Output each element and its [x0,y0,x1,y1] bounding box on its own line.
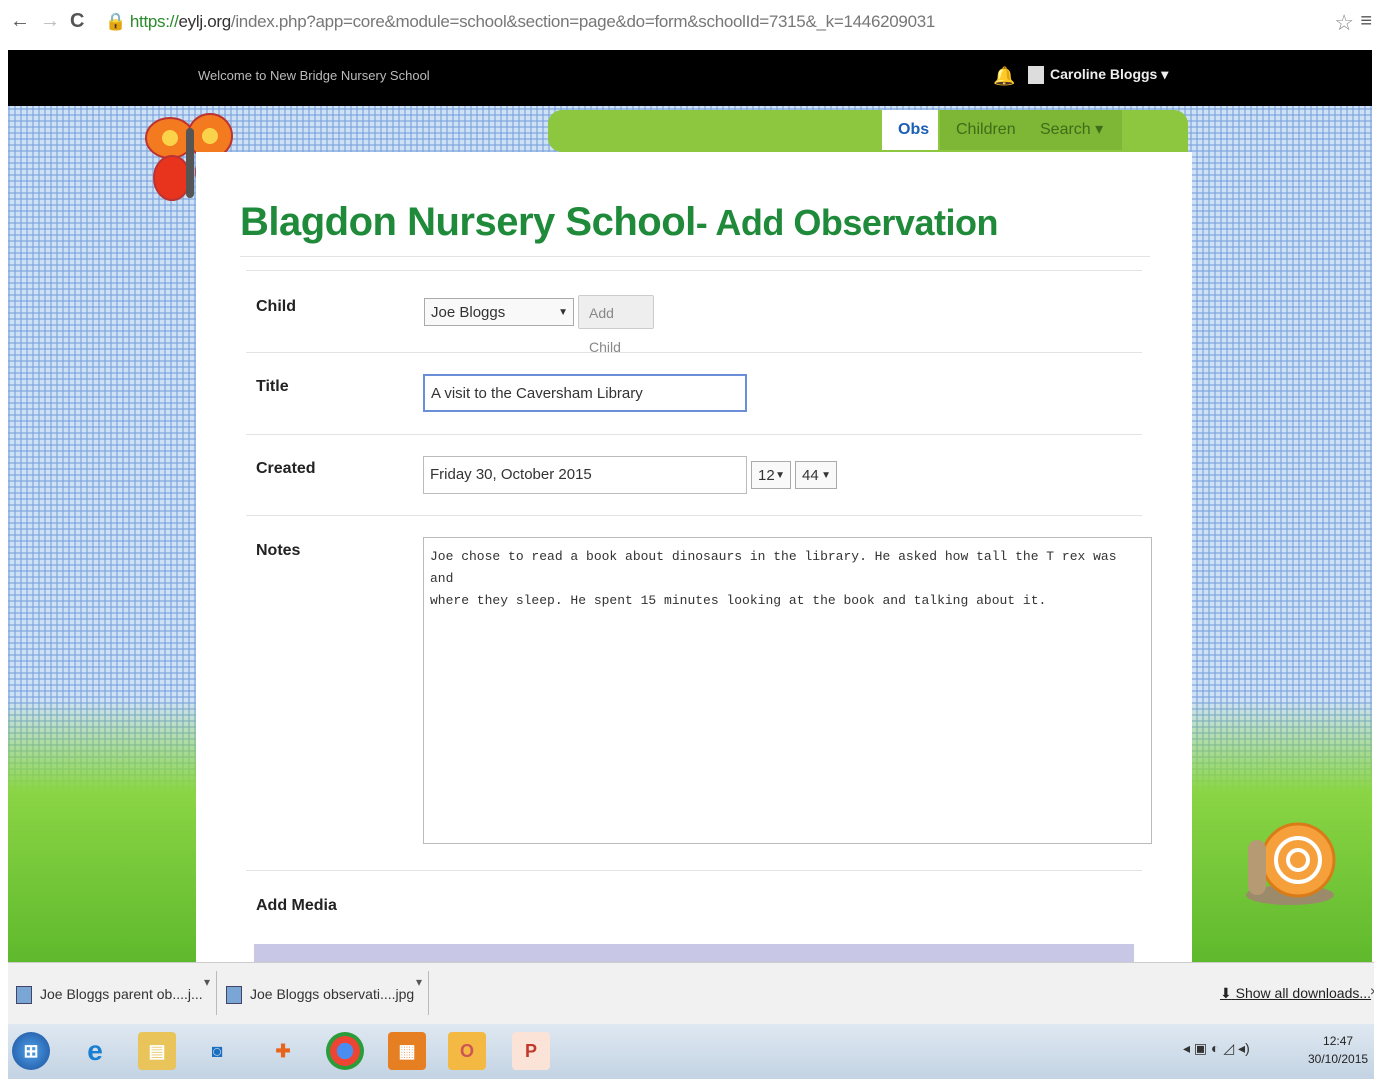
internet-explorer-icon[interactable]: e [76,1032,114,1070]
created-hour-value: 12 [758,467,775,484]
created-label: Created [256,460,316,477]
lock-icon: 🔒 [105,12,126,31]
child-label: Child [256,298,296,315]
browser-toolbar: ← → C 🔒 https://eylj.org/index.php?app=co… [0,0,1374,50]
divider [216,971,217,1015]
tab-search-label: Search [1040,121,1091,138]
chevron-down-icon: ▾ [1095,121,1104,138]
outlook-calendar-icon[interactable]: ◙ [198,1032,236,1070]
page-title-action: - Add Observation [695,202,999,243]
user-avatar-icon [1028,66,1044,85]
download-menu-caret-icon[interactable]: ▾ [416,975,422,989]
download-item-name: Joe Bloggs observati....jpg [250,986,415,1002]
system-clock[interactable]: 12:47 30/10/2015 [1308,1032,1368,1068]
outlook-icon[interactable]: O [448,1032,486,1070]
add-media-label: Add Media [256,897,337,914]
downloads-bar: Joe Bloggs parent ob....j... ▾ Joe Blogg… [8,962,1374,1025]
add-child-button[interactable]: Add Child [578,295,654,355]
forward-arrow-icon[interactable]: → [40,10,60,33]
clock-date: 30/10/2015 [1308,1052,1369,1066]
created-minute-select[interactable]: 44 ▼ [795,461,837,489]
dropdown-caret-icon: ▼ [558,307,568,318]
media-player-icon[interactable]: ▦ [388,1032,426,1070]
created-minute-value: 44 [802,467,819,484]
divider [428,971,429,1015]
tab-obs[interactable]: Obs [882,110,938,150]
bell-icon[interactable]: 🔔 [993,66,1015,87]
notes-label: Notes [256,542,301,559]
page-title: Blagdon Nursery School- Add Observation [240,200,998,245]
child-select[interactable]: Joe Bloggs ▼ [424,298,574,326]
child-select-value: Joe Bloggs [431,304,506,321]
back-arrow-icon[interactable]: ← [10,10,30,33]
welcome-text: Welcome to New Bridge Nursery School [198,68,430,83]
url-domain: eylj.org [178,12,232,31]
user-name: Caroline Bloggs [1050,66,1158,82]
divider [246,515,1142,516]
dropdown-caret-icon: ▼ [775,470,785,481]
created-hour-select[interactable]: 12 ▼ [751,461,791,489]
dropdown-caret-icon: ▼ [821,470,831,481]
divider [246,434,1142,435]
divider [246,270,1142,271]
browser-menu-icon[interactable]: ≡ [1360,10,1372,33]
close-icon[interactable]: × [1370,983,1374,999]
download-arrow-icon: ⬇ [1220,985,1232,1001]
image-file-icon [16,986,32,1004]
app-icon[interactable]: ✚ [264,1032,302,1070]
clock-time: 12:47 [1323,1034,1354,1048]
show-all-downloads-label: Show all downloads... [1235,985,1372,1001]
snail-icon [1246,822,1336,905]
url-path: /index.php?app=core&module=school&sectio… [230,12,936,31]
download-menu-caret-icon[interactable]: ▾ [204,975,210,989]
divider [246,870,1142,871]
add-media-dropzone[interactable] [254,944,1134,962]
image-file-icon [226,986,242,1004]
powerpoint-icon[interactable]: P [512,1032,550,1070]
address-bar[interactable]: 🔒 https://eylj.org/index.php?app=core&mod… [105,12,935,32]
notes-textarea[interactable]: Joe chose to read a book about dinosaurs… [423,537,1152,844]
start-button-icon[interactable]: ⊞ [12,1032,50,1070]
chrome-icon[interactable] [326,1032,364,1070]
grass-left [8,700,198,962]
taskbar: ⊞ e ▤ ◙ ✚ ▦ O P ◂ ▣ ◐ ◿ ◂) 12:47 30/10/2… [8,1024,1374,1079]
download-item[interactable]: Joe Bloggs parent ob....j... [8,975,210,1013]
divider [240,256,1150,257]
divider [246,352,1142,353]
page-title-school: Blagdon Nursery School [240,200,696,244]
site-header: Welcome to New Bridge Nursery School 🔔 C… [8,50,1372,106]
created-date-input[interactable]: Friday 30, October 2015 [423,456,747,494]
show-all-downloads-link[interactable]: ⬇ Show all downloads... [1220,985,1371,1002]
bookmark-star-icon[interactable]: ☆ [1334,10,1354,36]
download-item-name: Joe Bloggs parent ob....j... [40,986,203,1002]
system-tray-icons[interactable]: ◂ ▣ ◐ ◿ ◂) [1183,1040,1250,1057]
tab-children[interactable]: Children [940,110,1024,150]
file-explorer-icon[interactable]: ▤ [138,1032,176,1070]
title-input[interactable]: A visit to the Caversham Library [423,374,747,412]
url-scheme: https:// [129,12,179,31]
reload-icon[interactable]: C [70,10,84,33]
download-item[interactable]: Joe Bloggs observati....jpg [218,975,440,1013]
tab-search[interactable]: Search ▾ [1024,110,1122,150]
user-menu[interactable]: Caroline Bloggs ▾ [1028,66,1168,85]
title-label: Title [256,378,289,395]
